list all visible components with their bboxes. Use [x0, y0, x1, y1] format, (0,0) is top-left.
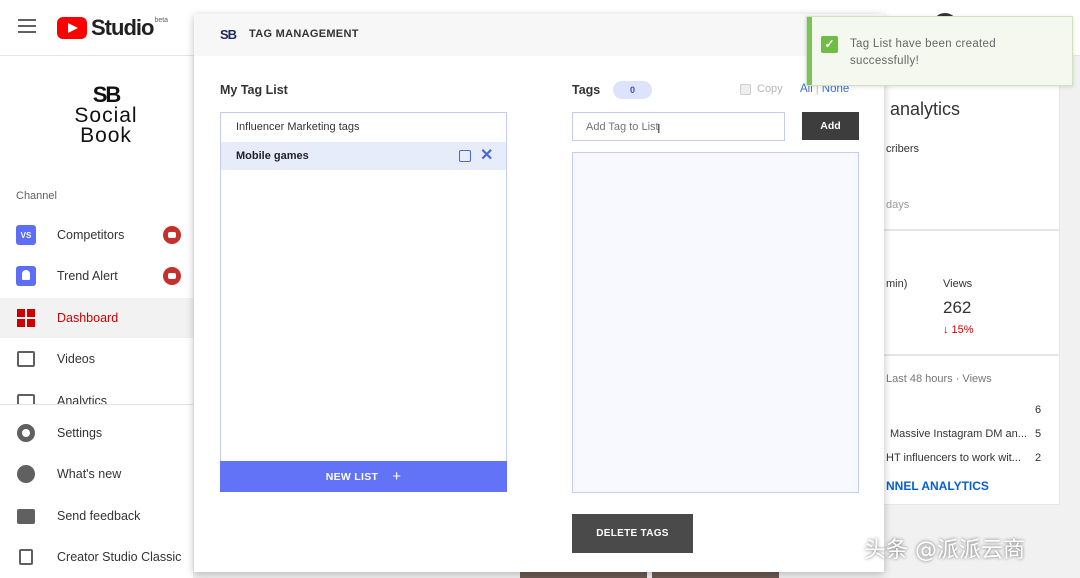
copy-icon	[740, 83, 751, 95]
add-tag-button[interactable]: Add	[802, 112, 859, 140]
thumbnail-strip	[520, 572, 647, 578]
stats-card: min) Views 262 ↓ 15%	[860, 230, 1060, 355]
socialbook-name-line1: Social	[74, 104, 138, 127]
channel-label: Channel	[16, 190, 57, 202]
sidebar: SB Social Book Channel VS Competitors Tr…	[0, 56, 193, 578]
gear-icon	[16, 423, 36, 443]
sidebar-item-label: Dashboard	[57, 311, 119, 325]
sidebar-item-creator-studio-classic[interactable]: Creator Studio Classic	[0, 537, 193, 577]
vs-icon: VS	[16, 225, 36, 245]
socialbook-logo-icon: SB	[220, 27, 237, 42]
modal-header: SB TAG MANAGEMENT	[194, 14, 884, 56]
classic-icon	[16, 547, 36, 567]
sidebar-item-label: Trend Alert	[57, 269, 118, 283]
sidebar-item-settings[interactable]: Settings	[0, 413, 193, 453]
socialbook-mark: SB	[92, 82, 122, 107]
days-fragment: days	[886, 199, 910, 211]
sidebar-item-label: Settings	[57, 426, 103, 440]
edit-icon[interactable]	[459, 150, 471, 162]
studio-label: Studio	[91, 15, 154, 40]
new-list-button[interactable]: NEW LIST +	[220, 461, 507, 492]
top-video-row-value: 5	[1035, 428, 1042, 440]
youtube-badge-icon	[163, 267, 181, 285]
socialbook-name-line2: Book	[80, 124, 132, 147]
sidebar-item-label: Videos	[57, 352, 95, 366]
my-tag-list-title: My Tag List	[220, 83, 288, 97]
sidebar-item-competitors[interactable]: VS Competitors	[0, 215, 193, 255]
bell-icon	[16, 266, 36, 286]
feedback-icon	[16, 506, 36, 526]
views-change: ↓ 15%	[943, 324, 974, 336]
sidebar-item-label: Send feedback	[57, 509, 141, 523]
tag-list-item-name: Influencer Marketing tags	[236, 121, 360, 133]
close-icon[interactable]: ✕	[480, 142, 493, 170]
tag-list-item-name: Mobile games	[236, 150, 309, 162]
views-label: Views	[943, 278, 973, 290]
tags-area[interactable]	[572, 152, 859, 493]
sidebar-item-label: Analytics	[57, 394, 108, 404]
channel-analytics-link[interactable]: NNEL ANALYTICS	[886, 479, 989, 493]
sidebar-item-videos[interactable]: Videos	[0, 339, 193, 379]
tags-title: Tags	[572, 83, 601, 97]
dashboard-icon	[16, 308, 36, 328]
analytics-title: analytics	[890, 99, 961, 119]
sidebar-item-label: What's new	[57, 467, 122, 481]
copy-label: Copy	[757, 83, 783, 95]
sidebar-item-whats-new[interactable]: What's new	[0, 454, 193, 494]
min-fragment: min)	[886, 278, 908, 290]
text-cursor-icon: I	[657, 121, 661, 136]
sidebar-item-label: Competitors	[57, 228, 125, 242]
whats-new-icon	[16, 464, 36, 484]
modal-title: TAG MANAGEMENT	[249, 28, 359, 40]
analytics-icon	[16, 392, 36, 404]
tag-list-box: Influencer Marketing tags Mobile games ✕	[220, 112, 507, 492]
channel-analytics-card: analytics cribers days	[860, 70, 1060, 230]
top-video-row-title: HT influencers to work wit...	[886, 452, 1021, 464]
videos-icon	[16, 349, 36, 369]
subscribers-fragment: cribers	[886, 143, 920, 155]
success-toast: ✓ Tag List have been created successfull…	[806, 16, 1073, 86]
sidebar-item-label: Creator Studio Classic	[57, 550, 182, 564]
top-video-row-value: 6	[1035, 404, 1042, 416]
add-tag-input[interactable]	[572, 112, 785, 141]
youtube-play-icon	[57, 17, 87, 39]
top-video-row-value: 2	[1035, 452, 1042, 464]
top-videos-card: Last 48 hours · Views 6 Massive Instagra…	[860, 355, 1060, 505]
sidebar-item-analytics[interactable]: Analytics	[0, 384, 193, 404]
new-list-label: NEW LIST	[325, 470, 379, 483]
youtube-badge-icon	[163, 226, 181, 244]
toast-message: Tag List have been created successfully!	[850, 38, 996, 67]
thumbnail-strip	[652, 572, 779, 578]
sidebar-item-dashboard[interactable]: Dashboard	[0, 298, 193, 338]
views-value: 262	[943, 298, 972, 317]
tag-list-item[interactable]: Influencer Marketing tags	[221, 113, 506, 141]
top-video-row-title: Massive Instagram DM an...	[890, 428, 1027, 440]
beta-label: beta	[154, 17, 169, 24]
delete-tags-button[interactable]: DELETE TAGS	[572, 514, 693, 553]
tag-list-item-selected[interactable]: Mobile games ✕	[221, 142, 506, 170]
sidebar-item-trend-alert[interactable]: Trend Alert	[0, 256, 193, 296]
hamburger-menu-icon[interactable]	[18, 19, 36, 33]
plus-icon: +	[392, 468, 402, 485]
tag-management-modal: SB TAG MANAGEMENT My Tag List Influencer…	[194, 14, 884, 572]
socialbook-logo: SB Social Book	[64, 82, 148, 147]
checkmark-icon: ✓	[821, 36, 838, 53]
toast-accent-bar	[807, 17, 812, 85]
sidebar-divider	[0, 404, 193, 405]
tags-count-badge: 0	[613, 81, 652, 99]
youtube-studio-logo[interactable]: Studio beta	[57, 15, 168, 41]
watermark: 头条 @派派云商	[864, 538, 1025, 563]
sidebar-item-send-feedback[interactable]: Send feedback	[0, 496, 193, 536]
copy-button[interactable]: Copy	[740, 83, 783, 95]
last48-label: Last 48 hours · Views	[886, 373, 992, 385]
